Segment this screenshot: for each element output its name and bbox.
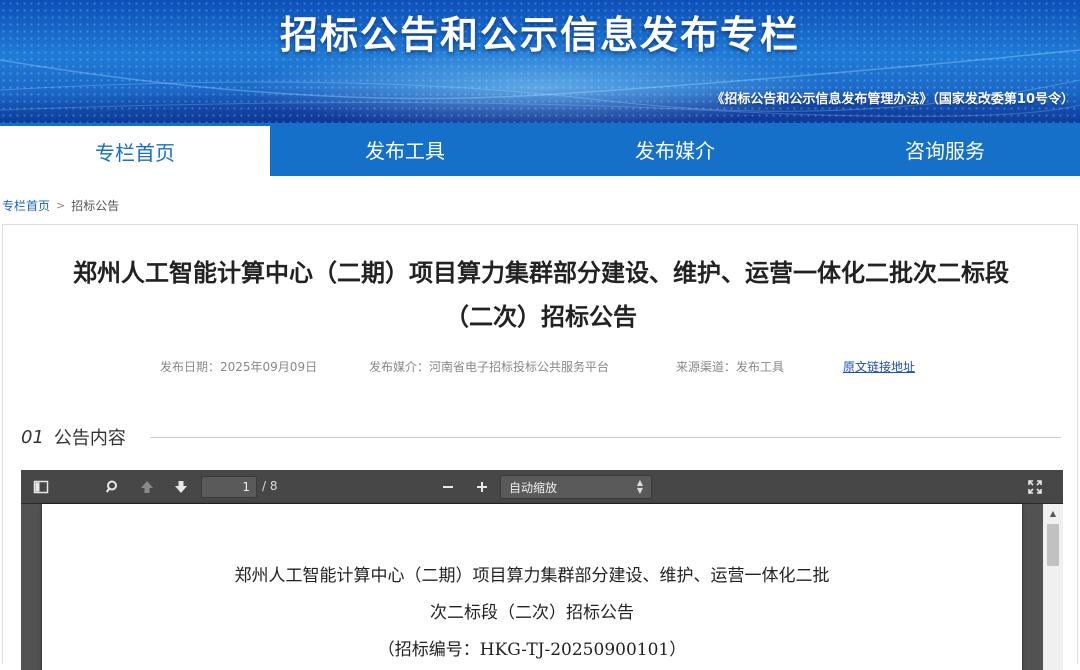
zoom-select-value: 自动缩放 xyxy=(509,480,558,495)
pdf-viewer: / 8 自动缩放 ▲▼ 郑州人工智能计算中心（二期）项目算力集群部分建设、维护、… xyxy=(21,470,1063,670)
breadcrumb-current: 招标公告 xyxy=(71,199,120,213)
publish-date: 发布日期：2025年09月09日 xyxy=(160,360,318,374)
pdf-toolbar: / 8 自动缩放 ▲▼ xyxy=(21,470,1063,504)
nav-item-publish-media[interactable]: 发布媒介 xyxy=(540,123,810,176)
breadcrumb: 专栏首页 > 招标公告 xyxy=(2,197,119,214)
page-total: / 8 xyxy=(262,479,278,493)
pdf-page-container[interactable]: 郑州人工智能计算中心（二期）项目算力集群部分建设、维护、运营一体化二批 次二标段… xyxy=(21,504,1063,670)
section-number: 01 xyxy=(21,426,44,448)
publish-media: 发布媒介：河南省电子招标投标公共服务平台 xyxy=(369,360,610,374)
nav-item-home[interactable]: 专栏首页 xyxy=(0,123,270,176)
nav-item-consulting[interactable]: 咨询服务 xyxy=(810,123,1080,176)
pdf-page: 郑州人工智能计算中心（二期）项目算力集群部分建设、维护、运营一体化二批 次二标段… xyxy=(42,504,1022,670)
presentation-mode-icon[interactable] xyxy=(1025,477,1045,497)
section-header: 01 公告内容 xyxy=(21,425,1061,449)
pdf-title-line2: 次二标段（二次）招标公告 xyxy=(430,603,634,623)
banner-title: 招标公告和公示信息发布专栏 xyxy=(279,13,800,57)
article-title-line1: 郑州人工智能计算中心（二期）项目算力集群部分建设、维护、运营一体化二批次二标段 xyxy=(73,259,1009,287)
main-nav: 专栏首页 发布工具 发布媒介 咨询服务 xyxy=(0,123,1080,176)
page-number-input[interactable] xyxy=(201,476,257,498)
article-card: 郑州人工智能计算中心（二期）项目算力集群部分建设、维护、运营一体化二批次二标段 … xyxy=(2,224,1079,670)
sidebar-toggle-icon[interactable] xyxy=(31,477,51,497)
pdf-bid-number: （招标编号：HKG-TJ-20250900101） xyxy=(377,640,687,660)
section-label: 公告内容 xyxy=(53,428,126,449)
scrollbar-thumb[interactable] xyxy=(1047,524,1059,566)
pdf-scrollbar[interactable]: ▲ xyxy=(1043,504,1063,670)
original-link[interactable]: 原文链接地址 xyxy=(843,358,915,375)
source-channel: 来源渠道：发布工具 xyxy=(676,360,785,374)
section-divider xyxy=(149,436,1061,438)
zoom-out-icon[interactable] xyxy=(438,477,458,497)
article-title: 郑州人工智能计算中心（二期）项目算力集群部分建设、维护、运营一体化二批次二标段 … xyxy=(3,251,1079,339)
banner-subtitle: 《招标公告和公示信息发布管理办法》（国家发改委第10号令） xyxy=(711,92,1074,107)
pdf-title-line1: 郑州人工智能计算中心（二期）项目算力集群部分建设、维护、运营一体化二批 xyxy=(234,566,830,586)
zoom-in-icon[interactable] xyxy=(472,477,492,497)
article-title-line2: （二次）招标公告 xyxy=(445,303,637,331)
breadcrumb-separator-icon: > xyxy=(56,199,66,212)
breadcrumb-home-link[interactable]: 专栏首页 xyxy=(2,197,50,214)
search-icon[interactable] xyxy=(103,477,123,497)
select-arrows-icon: ▲ ▼ xyxy=(636,478,643,495)
header-banner: 招标公告和公示信息发布专栏 《招标公告和公示信息发布管理办法》（国家发改委第10… xyxy=(0,0,1080,123)
scroll-up-icon[interactable]: ▲ xyxy=(1043,504,1063,522)
previous-page-icon[interactable] xyxy=(137,477,157,497)
zoom-select[interactable]: 自动缩放 ▲ ▼ xyxy=(500,475,652,499)
nav-item-publish-tools[interactable]: 发布工具 xyxy=(270,123,540,176)
next-page-icon[interactable] xyxy=(171,477,191,497)
